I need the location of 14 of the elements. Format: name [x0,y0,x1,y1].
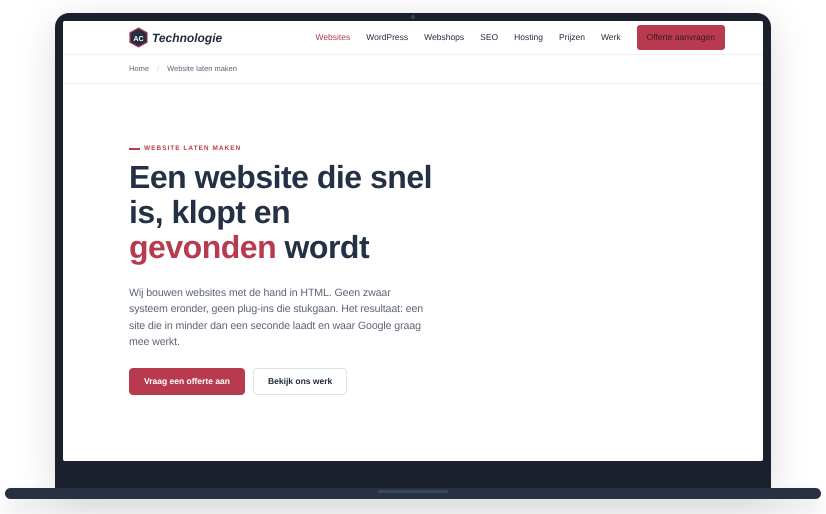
nav-link[interactable]: Websites [315,31,350,44]
nav-link[interactable]: WordPress [366,31,408,44]
hero-text: Wij bouwen websites met de hand in HTML. Geen zwaar systeem eronder, geen plug-ins die stukgaan. Het resultaat: een site die in minder dan een seconde laadt en waar Google graag mee werkt. [129,286,424,350]
brand-name: Technologie [152,30,222,46]
nav-link[interactable]: Hosting [514,31,543,44]
camera-dot [411,15,415,19]
quote-button[interactable]: Vraag een offerte aan [129,368,245,395]
nav-link[interactable]: Prijzen [558,31,585,44]
accent-line [129,148,140,150]
portfolio-button[interactable]: Bekijk ons werk [252,368,348,395]
nav-link[interactable]: SEO [480,31,498,44]
nav-link[interactable]: Webshops [424,31,464,44]
hero-heading: Een website die snel is, klopt en gevonden wordt [129,160,433,265]
nav-link[interactable]: Werk [600,31,621,44]
